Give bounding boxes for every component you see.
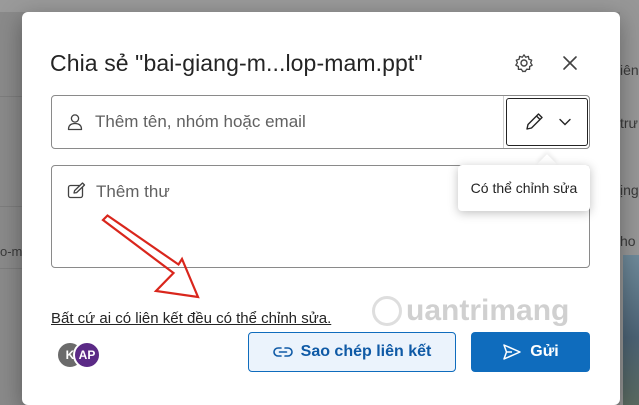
background-text: ịng [620,182,639,198]
link-settings-link[interactable]: Bất cứ ai có liên kết đều có thể chỉnh s… [51,310,331,327]
background-text: trư [620,115,638,131]
background-divider [0,206,22,207]
send-label: Gửi [530,343,559,360]
copy-link-button[interactable]: Sao chép liên kết [248,332,456,372]
compose-icon [67,182,86,199]
background-divider [0,268,22,269]
close-icon [563,56,577,70]
copy-link-label: Sao chép liên kết [300,343,432,360]
field-divider [503,96,504,148]
background-divider [0,96,22,97]
gear-icon [515,54,533,73]
send-button[interactable]: Gửi [471,332,590,372]
avatar[interactable]: AP [73,341,101,369]
people-search-input[interactable] [95,112,495,132]
chevron-down-icon [559,118,571,126]
background-text: iên [620,62,639,78]
background-text: ho [620,233,636,249]
shared-with-avatars[interactable]: K AP [56,341,106,371]
background-thumbnail [623,255,639,405]
link-icon [272,347,293,357]
close-button[interactable] [557,50,583,76]
permission-tooltip: Có thể chỉnh sửa [458,165,590,211]
background-app-header [0,0,639,12]
settings-button[interactable] [511,50,537,76]
background-text: o-m [0,244,23,259]
person-icon [67,113,85,131]
permission-dropdown-button[interactable] [506,98,588,146]
pencil-icon [526,113,543,130]
send-icon [503,344,521,360]
share-dialog: Chia sẻ "bai-giang-m...lop-mam.ppt" Thêm… [22,12,620,405]
dialog-title: Chia sẻ "bai-giang-m...lop-mam.ppt" [50,50,423,76]
message-placeholder: Thêm thư [96,182,170,201]
